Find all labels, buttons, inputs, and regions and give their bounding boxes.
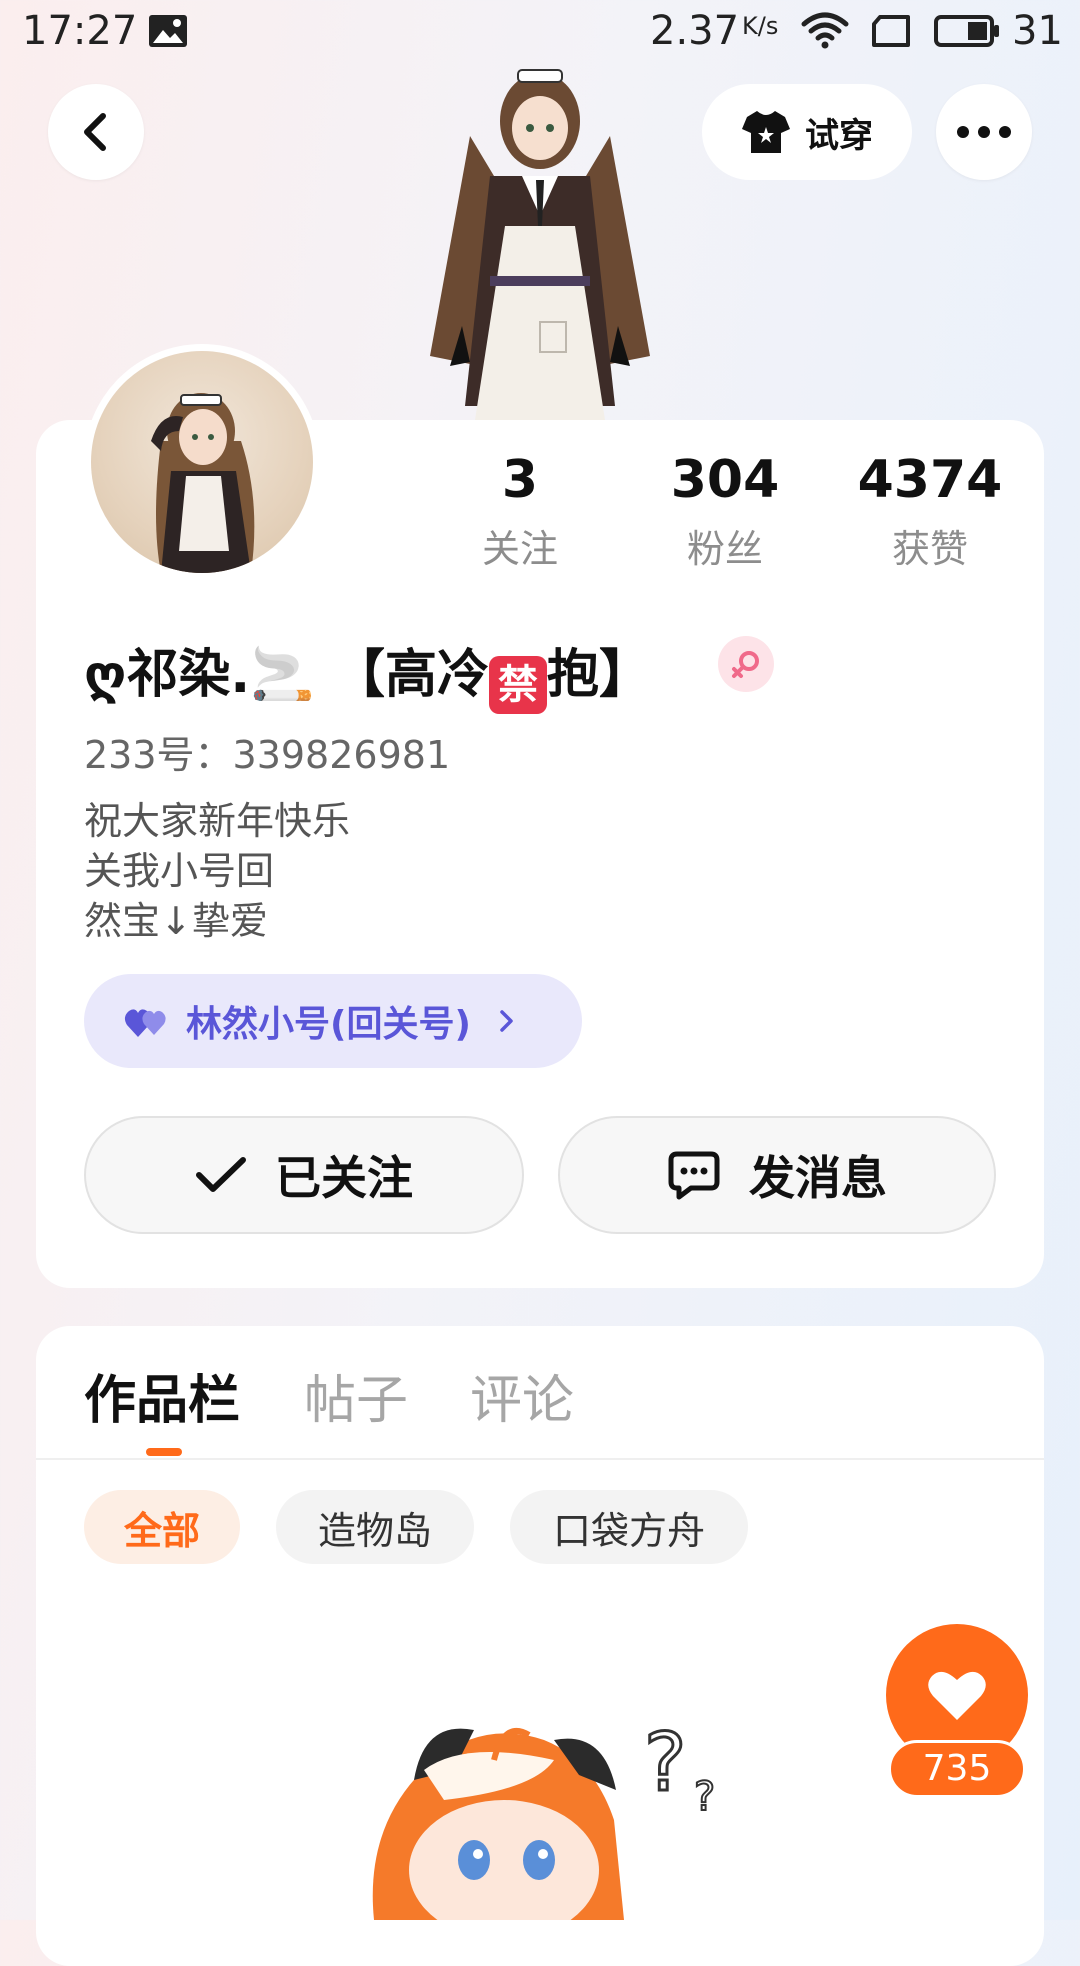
wifi-icon (801, 12, 849, 49)
filter-pocket-ark[interactable]: 口袋方舟 (510, 1490, 748, 1564)
stat-likes-label: 获赞 (891, 527, 968, 571)
battery-icon (934, 15, 999, 47)
svg-text:?: ? (644, 1716, 686, 1809)
bio-line-2: 关我小号回 (84, 849, 275, 893)
stat-followers-label: 粉丝 (686, 527, 763, 571)
gallery-notification-icon (149, 15, 187, 47)
tshirt-icon (742, 111, 790, 153)
stat-following[interactable]: 3 关注 (430, 450, 610, 573)
try-on-label: 试穿 (805, 115, 873, 156)
tab-posts[interactable]: 帖子 (304, 1358, 408, 1433)
avatar[interactable] (84, 344, 320, 580)
stat-following-label: 关注 (481, 527, 558, 571)
tab-comments[interactable]: 评论 (470, 1358, 574, 1433)
nickname-part2: 抱】 (546, 645, 651, 705)
empty-state-mascot-image: ? ? (372, 1715, 716, 1920)
avatar-figure-image (430, 69, 650, 420)
tab-divider (36, 1458, 1044, 1460)
stat-followers[interactable]: 304 粉丝 (635, 450, 815, 573)
more-button[interactable] (936, 84, 1032, 180)
stat-following-value: 3 (501, 450, 539, 510)
avatar-image (151, 393, 255, 573)
user-id: 233号：339826981 (84, 733, 451, 777)
stat-followers-value: 304 (670, 450, 780, 510)
svg-text:?: ? (694, 1774, 715, 1820)
nickname: ღ祁染.🚬 【高冷禁抱】 (84, 632, 651, 714)
tab-active-indicator (146, 1448, 182, 1456)
message-bubble-icon (668, 1151, 720, 1200)
heart-icon (928, 1671, 986, 1720)
chevron-right-icon (500, 1010, 513, 1032)
network-speed-unit: K/s (742, 12, 779, 40)
status-time: 17:27 (22, 8, 138, 54)
sim-card-icon (872, 15, 910, 47)
female-gender-icon (718, 636, 774, 692)
stat-likes[interactable]: 4374 获赞 (840, 450, 1020, 573)
bio: 祝大家新年快乐 关我小号回 然宝↓挚爱 (84, 796, 350, 946)
filter-creation-island[interactable]: 造物岛 (276, 1490, 474, 1564)
send-message-label: 发消息 (749, 1151, 887, 1205)
checkmark-icon (196, 1157, 246, 1192)
more-dots-icon (957, 126, 1011, 138)
linked-account-label: 林然小号(回关号) (186, 1004, 471, 1045)
linked-account-tag[interactable]: 林然小号(回关号) (84, 974, 582, 1068)
nickname-ban-badge: 禁 (488, 656, 547, 714)
network-speed: 2.37 (650, 8, 740, 54)
chevron-left-icon (84, 113, 106, 151)
double-heart-icon (124, 1009, 166, 1037)
send-message-button[interactable]: 发消息 (558, 1116, 996, 1234)
battery-level: 31 (1012, 8, 1063, 54)
stat-likes-value: 4374 (857, 450, 1003, 510)
bio-line-1: 祝大家新年快乐 (84, 799, 351, 843)
filter-all[interactable]: 全部 (84, 1490, 240, 1564)
like-count: 735 (888, 1740, 1026, 1798)
followed-label: 已关注 (275, 1151, 413, 1205)
bio-line-3: 然宝↓挚爱 (84, 899, 268, 943)
followed-button[interactable]: 已关注 (84, 1116, 524, 1234)
back-button[interactable] (48, 84, 144, 180)
try-on-button[interactable]: 试穿 (702, 84, 912, 180)
tab-works[interactable]: 作品栏 (84, 1358, 240, 1433)
nickname-part1: ღ祁染.🚬 【高冷 (84, 645, 489, 705)
